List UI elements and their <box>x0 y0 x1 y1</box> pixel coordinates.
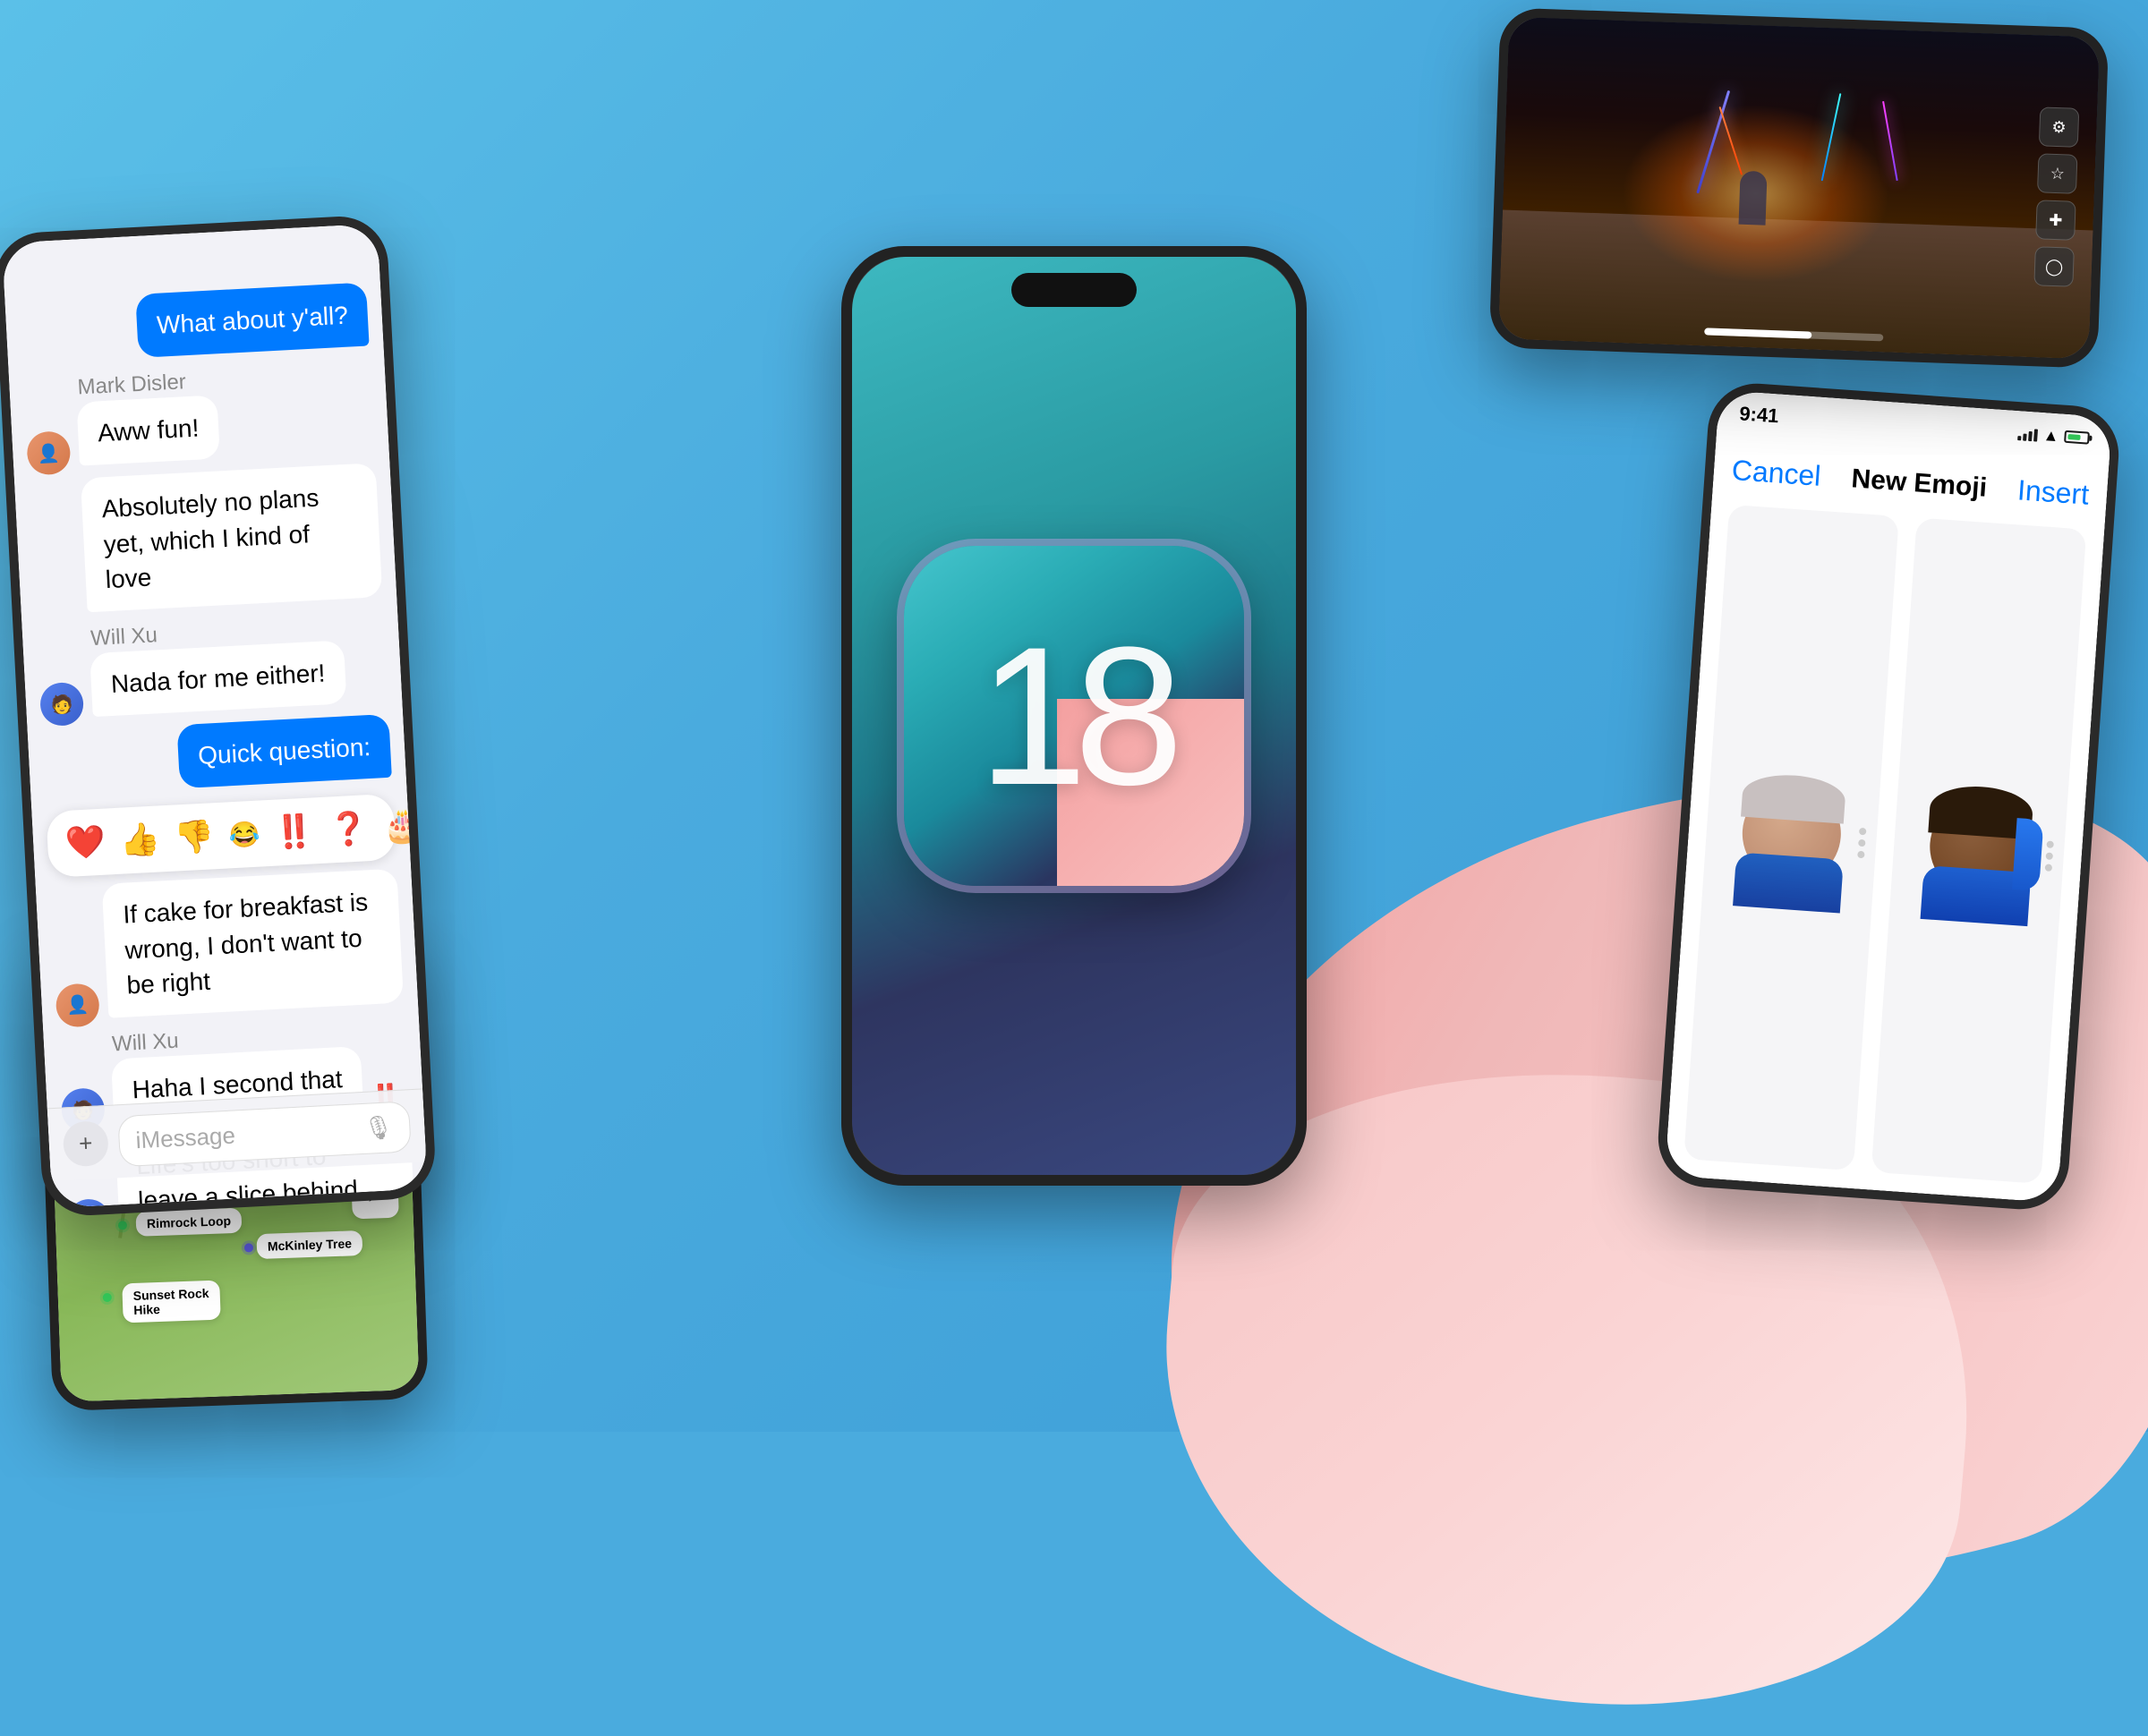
status-icons: ▲ <box>2017 424 2090 448</box>
iphone-emoji: 9:41 ▲ Cancel New Emoji Insert <box>1655 380 2122 1213</box>
emoji-question[interactable]: ❓ <box>328 810 370 849</box>
input-placeholder: iMessage <box>135 1121 236 1154</box>
map-label-rimrock: Rimrock Loop <box>135 1208 242 1237</box>
character <box>1739 171 1768 226</box>
message-bubble: Absolutely no plans yet, which I kind of… <box>81 464 382 613</box>
memoji-card-1[interactable] <box>1683 505 1899 1170</box>
emoji-exclaim[interactable]: ‼️ <box>273 813 315 852</box>
game-control-2[interactable]: ☆ <box>2037 153 2078 194</box>
iphone-center: 18 <box>841 246 1307 1186</box>
emoji-thumbsdown[interactable]: 👎 <box>174 818 216 857</box>
iphone-gaming: ⚙ ☆ ✚ ◯ <box>1489 7 2110 369</box>
message-row: 👤 Aww fun! <box>25 387 376 476</box>
center-dynamic-island <box>1011 273 1137 307</box>
message-bubble: Aww fun! <box>76 396 220 466</box>
gaming-screen: ⚙ ☆ ✚ ◯ <box>1498 17 2100 360</box>
avatar: 👤 <box>55 983 99 1027</box>
avatar: 👤 <box>26 430 71 475</box>
memoji-avatar-1 <box>1724 762 1859 913</box>
game-view: ⚙ ☆ ✚ ◯ <box>1498 17 2100 360</box>
messages-screen: What about y'all? Mark Disler 👤 Aww fun!… <box>2 224 428 1209</box>
wifi-icon: ▲ <box>2042 426 2059 446</box>
avatar: 🧑 <box>66 1198 111 1208</box>
message-bubble: If cake for breakfast is wrong, I don't … <box>102 869 404 1018</box>
map-label-mckinley: McKinley Tree <box>256 1230 362 1259</box>
ios18-number: 18 <box>978 617 1171 814</box>
message-row: Absolutely no plans yet, which I kind of… <box>29 464 383 623</box>
message-bubble-sent: Quick question: <box>176 714 391 788</box>
add-attachment-button[interactable]: + <box>63 1119 110 1167</box>
panel-title: New Emoji <box>1850 464 1988 503</box>
emoji-haha[interactable]: 😂 <box>228 819 261 850</box>
game-control-3[interactable]: ✚ <box>2035 200 2076 241</box>
game-controls: ⚙ ☆ ✚ ◯ <box>2033 106 2079 286</box>
messages-list: What about y'all? Mark Disler 👤 Aww fun!… <box>4 273 428 1209</box>
battery-icon <box>2064 430 2090 445</box>
avatar: 🧑 <box>39 682 84 727</box>
iphone-messages: What about y'all? Mark Disler 👤 Aww fun!… <box>0 214 437 1218</box>
emoji-panel-screen: 9:41 ▲ Cancel New Emoji Insert <box>1665 390 2112 1204</box>
memoji-grid <box>1683 505 2086 1184</box>
memoji-avatar-2 <box>1912 775 2047 926</box>
message-row: 🧑 Nada for me either! <box>38 638 388 727</box>
message-bubble-sent: What about y'all? <box>135 282 369 358</box>
ios18-app-icon: 18 <box>904 546 1244 886</box>
insert-button[interactable]: Insert <box>2016 473 2090 511</box>
memoji-card-2[interactable] <box>1871 517 2087 1183</box>
game-control-1[interactable]: ⚙ <box>2039 106 2080 148</box>
message-row: 👤 If cake for breakfast is wrong, I don'… <box>50 869 405 1028</box>
message-row: What about y'all? <box>19 282 370 370</box>
message-input-field[interactable]: iMessage 🎙 <box>117 1101 412 1167</box>
emoji-reaction-bar[interactable]: ❤️ 👍 👎 😂 ‼️ ❓ 🎂 ☺ + <box>46 794 396 878</box>
cancel-button[interactable]: Cancel <box>1731 454 1822 493</box>
signal-icon <box>2017 426 2038 441</box>
message-bubble: Nada for me either! <box>90 640 346 717</box>
emoji-panel: Cancel New Emoji Insert <box>1665 390 2112 1204</box>
center-screen: 18 <box>852 257 1296 1175</box>
memoji-options <box>1857 827 1866 857</box>
microphone-icon: 🎙 <box>363 1113 395 1143</box>
map-label-sunset: Sunset RockHike <box>122 1281 220 1323</box>
game-control-4[interactable]: ◯ <box>2033 246 2075 287</box>
emoji-thumbsup[interactable]: 👍 <box>119 821 161 860</box>
message-row: Quick question: <box>42 714 393 803</box>
memoji-options-2 <box>2045 840 2054 871</box>
time-display: 9:41 <box>1739 402 1780 428</box>
emoji-heart[interactable]: ❤️ <box>64 823 107 863</box>
game-effects <box>1498 17 2100 360</box>
